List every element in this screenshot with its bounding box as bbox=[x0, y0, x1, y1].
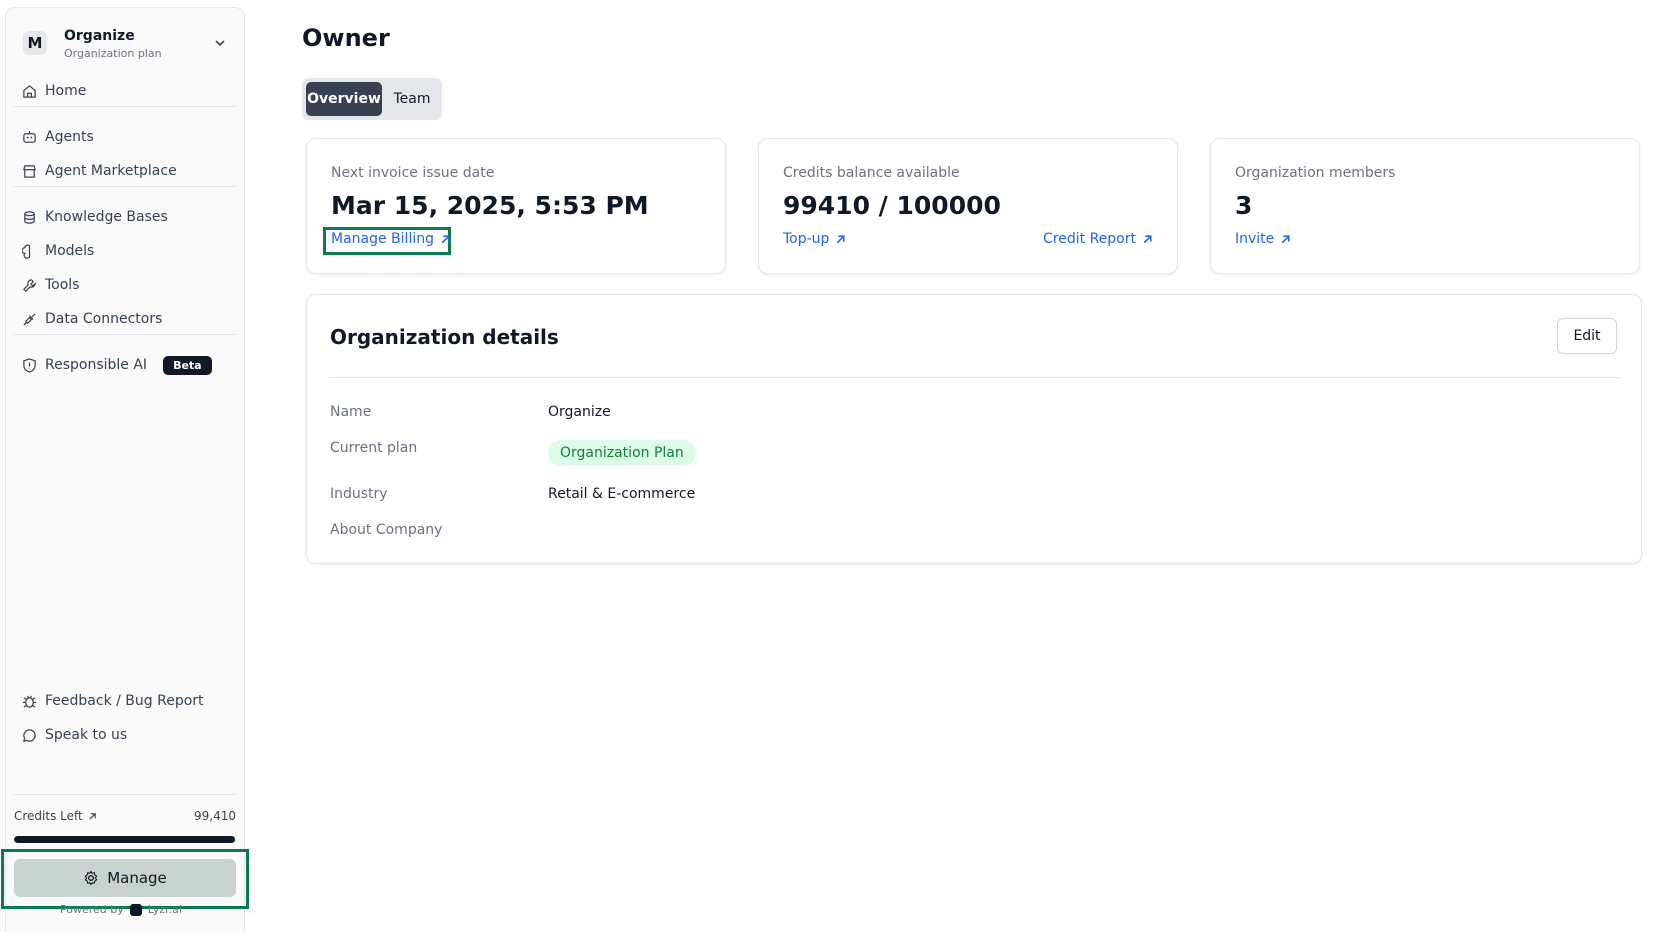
beta-badge: Beta bbox=[163, 355, 212, 375]
sidebar-item-label: Agents bbox=[45, 129, 94, 145]
credits-card: Credits balance available 99410 / 100000… bbox=[758, 138, 1178, 274]
link-label: Manage Billing bbox=[331, 231, 434, 247]
sidebar-item-feedback[interactable]: Feedback / Bug Report bbox=[22, 688, 232, 714]
org-name: Organize bbox=[64, 28, 135, 44]
field-value-industry: Retail & E-commerce bbox=[548, 486, 696, 502]
org-plan: Organization plan bbox=[64, 47, 162, 60]
sidebar-item-label: Responsible AI bbox=[45, 357, 148, 373]
sidebar-item-agents[interactable]: Agents bbox=[22, 124, 232, 150]
details-divider bbox=[330, 377, 1620, 378]
members-card: Organization members 3 Invite bbox=[1210, 138, 1640, 274]
card-value: 99410 / 100000 bbox=[783, 191, 1001, 220]
sidebar-item-speak-to-us[interactable]: Speak to us bbox=[22, 722, 232, 748]
card-label: Credits balance available bbox=[783, 165, 960, 181]
credit-report-link[interactable]: Credit Report bbox=[1043, 231, 1153, 247]
sidebar-item-data-connectors[interactable]: Data Connectors bbox=[22, 306, 232, 332]
powered-by: Powered by Lyzr.ai bbox=[60, 903, 182, 916]
external-arrow-icon bbox=[1281, 234, 1290, 243]
home-icon bbox=[23, 84, 36, 98]
page-title: Owner bbox=[302, 24, 390, 52]
field-label-industry: Industry bbox=[330, 486, 388, 502]
store-icon bbox=[23, 164, 36, 178]
org-switcher[interactable]: M Organize Organization plan bbox=[18, 22, 234, 66]
details-title: Organization details bbox=[330, 325, 559, 349]
sidebar-item-knowledge-bases[interactable]: Knowledge Bases bbox=[22, 204, 232, 230]
gear-icon bbox=[84, 870, 98, 886]
invoice-card: Next invoice issue date Mar 15, 2025, 5:… bbox=[306, 138, 726, 274]
manage-button[interactable]: Manage bbox=[14, 859, 236, 897]
powered-by-label: Powered by bbox=[60, 903, 124, 916]
sidebar-item-tools[interactable]: Tools bbox=[22, 272, 232, 298]
sidebar-item-label: Data Connectors bbox=[45, 311, 163, 327]
external-arrow-icon bbox=[89, 812, 96, 820]
brain-icon bbox=[22, 244, 31, 259]
sidebar-item-label: Tools bbox=[45, 277, 80, 293]
tab-overview[interactable]: Overview bbox=[306, 82, 382, 116]
database-icon bbox=[24, 210, 35, 224]
tab-team[interactable]: Team bbox=[386, 82, 438, 116]
sidebar-item-agent-marketplace[interactable]: Agent Marketplace bbox=[22, 158, 232, 184]
sidebar-divider bbox=[14, 106, 236, 107]
wrench-icon bbox=[23, 278, 36, 292]
brand-name: Lyzr.ai bbox=[147, 903, 182, 916]
sidebar: M Organize Organization plan Home Agents… bbox=[5, 7, 245, 932]
shield-icon bbox=[23, 357, 36, 373]
org-avatar: M bbox=[23, 31, 47, 55]
credits-value: 99,410 bbox=[194, 809, 236, 823]
sidebar-item-label: Knowledge Bases bbox=[45, 209, 168, 225]
sidebar-divider bbox=[14, 334, 236, 335]
field-label-current-plan: Current plan bbox=[330, 440, 418, 456]
bug-icon bbox=[22, 695, 37, 708]
external-arrow-icon bbox=[441, 234, 450, 243]
card-value: Mar 15, 2025, 5:53 PM bbox=[331, 191, 649, 220]
field-label-name: Name bbox=[330, 404, 372, 420]
link-label: Credit Report bbox=[1043, 231, 1136, 247]
manage-button-label: Manage bbox=[107, 869, 167, 887]
sidebar-divider bbox=[14, 186, 236, 187]
credits-row[interactable]: Credits Left 99,410 bbox=[14, 809, 236, 823]
edit-button[interactable]: Edit bbox=[1557, 318, 1617, 354]
invite-link[interactable]: Invite bbox=[1235, 231, 1291, 247]
field-value-name: Organize bbox=[548, 404, 611, 420]
link-label: Invite bbox=[1235, 231, 1275, 247]
external-arrow-icon bbox=[837, 234, 846, 243]
card-label: Next invoice issue date bbox=[331, 165, 495, 181]
card-label: Organization members bbox=[1235, 165, 1396, 181]
organization-details-card: Organization details Edit Name Organize … bbox=[306, 294, 1642, 564]
sidebar-item-label: Models bbox=[45, 243, 95, 259]
external-arrow-icon bbox=[1143, 234, 1152, 243]
plan-badge: Organization Plan bbox=[548, 440, 696, 466]
sidebar-item-label: Feedback / Bug Report bbox=[45, 693, 204, 709]
card-value: 3 bbox=[1235, 191, 1253, 220]
link-label: Top-up bbox=[783, 231, 830, 247]
credits-label: Credits Left bbox=[14, 809, 83, 823]
chevron-down-icon bbox=[215, 40, 225, 47]
plug-icon bbox=[23, 312, 36, 326]
sidebar-divider bbox=[14, 794, 236, 795]
sidebar-item-models[interactable]: Models bbox=[22, 238, 232, 264]
bot-icon bbox=[23, 130, 36, 143]
manage-billing-link[interactable]: Manage Billing bbox=[331, 231, 451, 247]
credits-progress-bar bbox=[14, 836, 236, 843]
message-circle-icon bbox=[23, 728, 36, 742]
sidebar-item-label: Home bbox=[45, 83, 87, 99]
sidebar-item-label: Speak to us bbox=[45, 727, 128, 743]
field-label-about-company: About Company bbox=[330, 522, 443, 538]
tab-bar: Overview Team bbox=[302, 78, 442, 120]
sidebar-item-responsible-ai[interactable]: Responsible AI Beta bbox=[22, 352, 232, 378]
sidebar-item-home[interactable]: Home bbox=[22, 78, 232, 104]
top-up-link[interactable]: Top-up bbox=[783, 231, 846, 247]
credits-progress-fill bbox=[14, 836, 235, 843]
lyzr-logo-icon bbox=[129, 903, 142, 916]
sidebar-item-label: Agent Marketplace bbox=[45, 163, 177, 179]
